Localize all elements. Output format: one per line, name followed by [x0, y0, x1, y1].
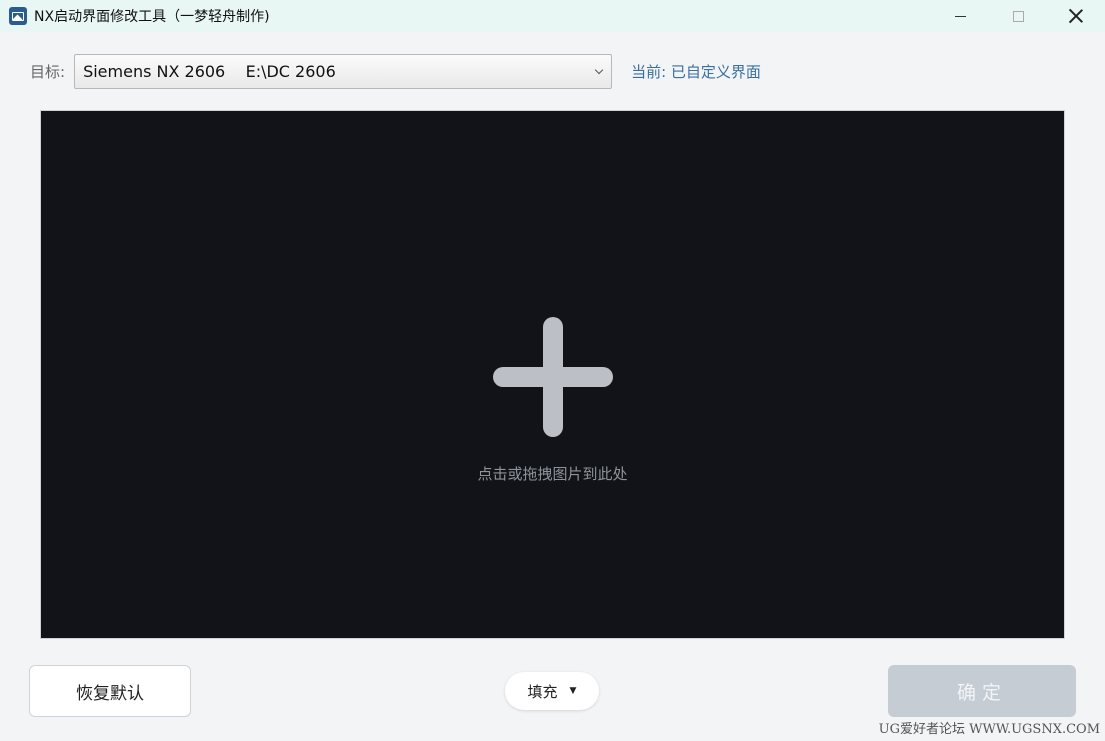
minimize-icon: [954, 15, 966, 17]
maximize-button[interactable]: [989, 0, 1047, 32]
window-title: NX启动界面修改工具（一梦轻舟制作): [34, 9, 270, 25]
restore-default-button[interactable]: 恢复默认: [29, 665, 191, 717]
maximize-icon: [1012, 10, 1024, 22]
target-select-value: Siemens NX 2606 E:\DC 2606: [83, 62, 336, 81]
image-app-icon: [9, 7, 27, 25]
chevron-down-icon: [594, 65, 604, 75]
image-drop-zone[interactable]: 点击或拖拽图片到此处: [40, 110, 1065, 639]
close-icon: [1069, 9, 1083, 23]
drop-hint: 点击或拖拽图片到此处: [477, 465, 628, 483]
plus-icon: [492, 317, 613, 437]
title-bar[interactable]: NX启动界面修改工具（一梦轻舟制作): [0, 0, 1105, 32]
confirm-button[interactable]: 确定: [888, 665, 1076, 717]
target-row: 目标: Siemens NX 2606 E:\DC 2606 当前: 已自定义界…: [30, 54, 761, 89]
minimize-button[interactable]: [931, 0, 989, 32]
close-button[interactable]: [1047, 0, 1105, 32]
caret-down-icon: ▼: [569, 686, 577, 696]
fill-mode-select[interactable]: 填充 ▼: [505, 672, 599, 710]
window-controls: [931, 0, 1105, 32]
watermark: UG爱好者论坛 WWW.UGSNX.COM: [878, 722, 1100, 737]
fill-mode-value: 填充: [527, 682, 558, 701]
current-status: 当前: 已自定义界面: [631, 63, 761, 81]
target-select[interactable]: Siemens NX 2606 E:\DC 2606: [74, 54, 613, 89]
target-label: 目标:: [30, 63, 66, 81]
